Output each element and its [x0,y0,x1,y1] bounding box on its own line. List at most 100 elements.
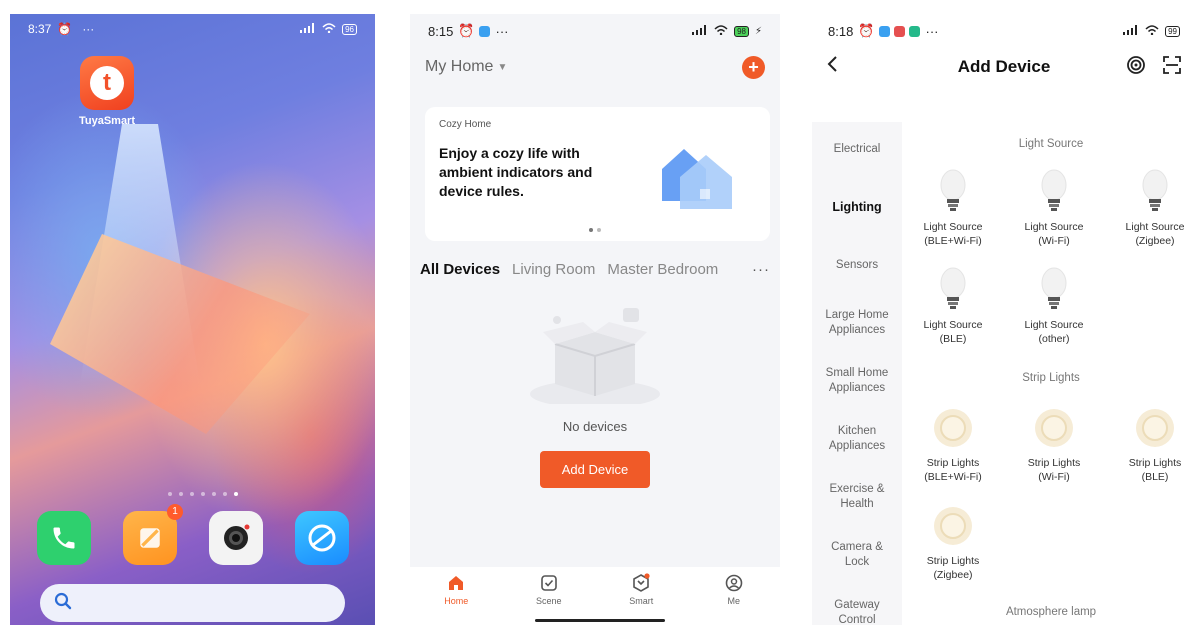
category-kitchen-appliances[interactable]: Kitchen Appliances [812,424,902,454]
bulb-icon [1004,264,1104,316]
device-strip-lights-zigbee[interactable]: Strip Lights (Zigbee) [903,500,1003,582]
category-lighting[interactable]: Lighting [812,200,902,215]
category-sidebar: Electrical Lighting Sensors Large Home A… [812,122,902,625]
cozy-home-banner[interactable]: Cozy Home Enjoy a cozy life with ambient… [425,107,770,241]
device-light-source-zigbee[interactable]: Light Source (Zigbee) [1105,166,1196,248]
tab-living-room[interactable]: Living Room [512,261,595,278]
home-screen: 8:15 ⏰ ··· 98 ⚡ My Home ▼ + Cozy Home En… [410,14,780,625]
me-icon [699,573,769,593]
app-notification-icon [908,25,920,37]
category-gateway-control[interactable]: Gateway Control [812,598,902,625]
app-label: TuyaSmart [78,115,136,127]
tuya-logo-icon: t [80,56,134,110]
device-light-source-ble[interactable]: Light Source (BLE) [903,264,1003,346]
device-strip-lights-wifi[interactable]: Strip Lights (Wi-Fi) [1004,402,1104,484]
home-selector[interactable]: My Home [425,58,493,76]
notes-app-icon[interactable]: 1 [123,504,183,565]
app-notification-icon [878,25,890,37]
page-indicator [168,492,238,496]
strip-light-icon [903,500,1003,552]
back-button[interactable] [826,55,838,79]
category-exercise-health[interactable]: Exercise & Health [812,482,902,512]
camera-app-icon[interactable] [209,511,263,565]
tab-all-devices[interactable]: All Devices [420,261,500,278]
dock: 1 [37,504,349,565]
status-bar: 8:37 ⏰ ··· 96 [10,14,375,44]
banner-pager [589,228,601,232]
status-more: ··· [925,23,939,39]
alarm-icon: ⏰ [57,22,73,36]
bulb-icon [1004,166,1104,218]
strip-light-icon [1105,402,1196,454]
wifi-icon [714,24,728,38]
app-notification-icon [893,25,905,37]
status-more: ··· [495,23,509,39]
battery-icon: 99 [1165,25,1180,37]
tuyasmart-app-icon[interactable]: t TuyaSmart [68,56,146,127]
charging-icon: ⚡ [754,25,762,37]
bottom-tab-bar: Home Scene Smart Me [410,567,780,625]
bulb-icon [1105,166,1196,218]
browser-app-icon[interactable] [295,511,349,565]
device-strip-lights-ble-wifi[interactable]: Strip Lights (BLE+Wi-Fi) [903,402,1003,484]
bulb-icon [903,166,1003,218]
banner-tag: Cozy Home [439,119,492,130]
tab-smart[interactable]: Smart [606,573,676,625]
scene-icon [514,573,584,593]
category-small-home-appliances[interactable]: Small Home Appliances [812,366,902,396]
qr-scan-button[interactable] [1162,55,1182,80]
category-large-home-appliances[interactable]: Large Home Appliances [812,308,902,338]
category-sensors[interactable]: Sensors [812,258,902,273]
wifi-icon [322,22,336,36]
tab-master-bedroom[interactable]: Master Bedroom [607,261,718,278]
strip-light-icon [1004,402,1104,454]
alarm-icon: ⏰ [458,23,475,38]
alarm-icon: ⏰ [858,23,875,38]
chevron-left-icon [827,56,837,72]
device-strip-lights-ble[interactable]: Strip Lights (BLE) [1105,402,1196,484]
home-icon [421,573,491,593]
bulb-icon [903,264,1003,316]
radar-icon [1127,55,1145,74]
section-atmosphere-lamp: Atmosphere lamp [1005,606,1097,618]
signal-icon [300,22,316,36]
wifi-icon [1145,24,1159,38]
signal-icon [692,24,708,38]
launcher-screen: 8:37 ⏰ ··· 96 t TuyaSmart 1 [10,14,375,625]
device-light-source-ble-wifi[interactable]: Light Source (BLE+Wi-Fi) [903,166,1003,248]
status-time: 8:15 [428,23,454,39]
home-indicator [535,619,665,622]
device-light-source-other[interactable]: Light Source (other) [1004,264,1104,346]
caret-down-icon[interactable]: ▼ [497,62,507,73]
device-light-source-wifi[interactable]: Light Source (Wi-Fi) [1004,166,1104,248]
tab-me[interactable]: Me [699,573,769,625]
tab-scene[interactable]: Scene [514,573,584,625]
empty-box-icon [530,308,660,408]
status-bar: 8:15 ⏰ ··· 98 ⚡ [410,14,780,48]
app-notification-icon [478,25,490,37]
section-light-source: Light Source [1018,138,1084,150]
scan-icon [1163,55,1181,74]
category-electrical[interactable]: Electrical [812,142,902,157]
empty-state: No devices Add Device [410,304,780,488]
status-bar: 8:18 ⏰ ··· 99 [812,14,1196,48]
add-device-button[interactable]: Add Device [540,451,650,488]
category-camera-lock[interactable]: Camera & Lock [812,540,902,570]
more-tabs-button[interactable]: ··· [752,261,770,278]
add-device-screen: 8:18 ⏰ ··· 99 Add Device Electrical Ligh… [812,14,1196,625]
notification-badge: 1 [167,504,183,520]
smart-icon [606,573,676,593]
house-illustration-icon [662,149,732,209]
add-button[interactable]: + [742,55,765,79]
search-bar[interactable] [40,584,345,622]
tab-home[interactable]: Home [421,573,491,625]
status-time: 8:37 [28,22,52,36]
battery-icon: 96 [342,23,357,35]
auto-scan-button[interactable] [1126,55,1146,80]
status-time: 8:18 [828,23,854,39]
status-more: ··· [82,22,95,36]
phone-app-icon[interactable] [37,511,91,565]
strip-light-icon [903,402,1003,454]
no-devices-text: No devices [562,419,628,434]
search-icon [54,592,72,615]
